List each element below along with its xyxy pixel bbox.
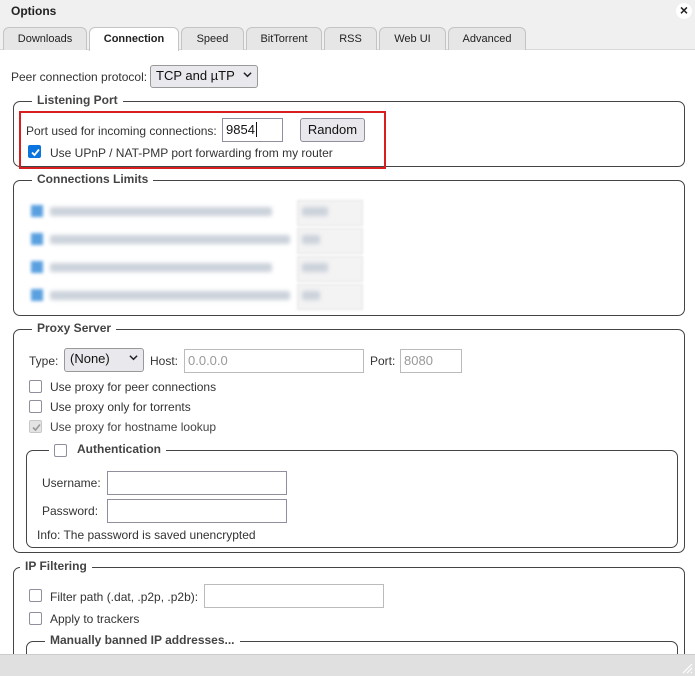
proxy-type-select[interactable]: (None) [64,348,144,372]
tab-bittorrent[interactable]: BitTorrent [246,27,322,50]
ip-filter-checkbox[interactable] [29,589,42,602]
blurred-label [50,291,290,300]
listening-port-legend: Listening Port [32,93,123,107]
proxy-peer-connections-label: Use proxy for peer connections [50,380,217,394]
tab-rss[interactable]: RSS [324,27,377,50]
proxy-port-input[interactable]: 8080 [400,349,462,373]
connection-panel: Peer connection protocol: TCP and µTP Li… [0,51,695,654]
chevron-down-icon [129,355,138,361]
authentication-checkbox[interactable] [54,444,67,457]
close-icon[interactable]: × [676,3,692,19]
proxy-hostname-lookup-label: Use proxy for hostname lookup [50,420,217,434]
highlight-box [19,111,386,169]
blurred-checkbox [31,233,43,245]
peer-protocol-label: Peer connection protocol: [11,70,148,84]
password-input[interactable] [107,499,287,523]
tab-advanced[interactable]: Advanced [448,27,526,50]
tab-web-ui[interactable]: Web UI [379,27,446,50]
blurred-checkbox [31,289,43,301]
window-title: Options [11,4,57,18]
blurred-value [302,235,320,244]
blurred-checkbox [31,261,43,273]
peer-protocol-value: TCP and µTP [156,68,235,83]
title-bar: Options × [0,0,695,24]
peer-protocol-select[interactable]: TCP and µTP [150,65,258,88]
connection-limits-legend: Connections Limits [32,172,154,186]
username-label: Username: [42,476,101,490]
proxy-only-torrents-label: Use proxy only for torrents [50,400,191,414]
proxy-type-label: Type: [29,354,59,368]
tab-bar: Downloads Connection Speed BitTorrent RS… [0,24,695,51]
chevron-down-icon [243,72,252,78]
blurred-value [302,263,328,272]
password-label: Password: [42,504,99,518]
proxy-host-input[interactable]: 0.0.0.0 [184,349,364,373]
banned-ips-group: Manually banned IP addresses... [26,633,678,654]
password-info: Info: The password is saved unencrypted [37,528,256,542]
proxy-peer-connections-checkbox[interactable] [29,380,42,393]
blurred-value [302,207,328,216]
blurred-value [302,291,320,300]
ip-filter-path-input[interactable] [204,584,384,608]
resize-grip-icon[interactable] [681,662,693,674]
proxy-port-label: Port: [370,354,396,368]
proxy-host-label: Host: [150,354,179,368]
blurred-label [50,207,272,216]
proxy-type-value: (None) [70,351,110,366]
proxy-hostname-lookup-checkbox[interactable] [29,420,42,433]
blurred-checkbox [31,205,43,217]
blurred-label [50,263,272,272]
banned-ips-legend[interactable]: Manually banned IP addresses... [45,633,240,647]
tab-speed[interactable]: Speed [181,27,244,50]
ip-filtering-legend: IP Filtering [20,559,92,573]
apply-to-trackers-checkbox[interactable] [29,612,42,625]
status-bar [0,654,695,676]
proxy-only-torrents-checkbox[interactable] [29,400,42,413]
tab-downloads[interactable]: Downloads [3,27,87,50]
proxy-server-legend: Proxy Server [32,321,117,335]
blurred-label [50,235,290,244]
apply-to-trackers-label: Apply to trackers [50,612,140,626]
username-input[interactable] [107,471,287,495]
checkmark-icon [32,423,41,432]
ip-filter-path-label: Filter path (.dat, .p2p, .p2b): [50,590,199,604]
tab-connection[interactable]: Connection [89,27,179,51]
